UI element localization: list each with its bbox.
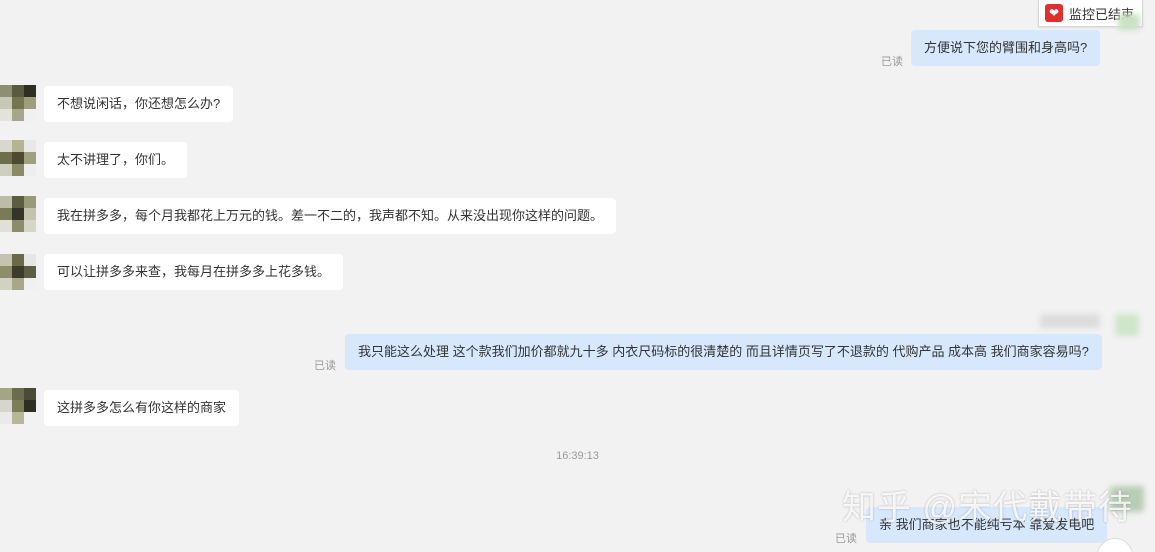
message-timestamp: 16:39:13 bbox=[556, 450, 599, 462]
message-bubble-incoming[interactable]: 这拼多多怎么有你这样的商家 bbox=[44, 390, 240, 426]
message-bubble-outgoing[interactable]: 我只能这么处理 这个款我们加价都就九十多 内衣尺码标的很清楚的 而且详情页写了不… bbox=[345, 334, 1102, 370]
blurred-avatar-fragment bbox=[1115, 314, 1139, 336]
message-bubble-outgoing[interactable]: 方便说下您的臂围和身高吗? bbox=[911, 30, 1101, 66]
read-receipt: 已读 bbox=[314, 360, 336, 372]
blurred-avatar-fragment bbox=[1040, 314, 1100, 328]
chat-window: ❤ 监控已结束 已读 方便说下您的臂围和身高吗? 不想说闲话，你还想怎么办? 太… bbox=[0, 0, 1155, 552]
avatar[interactable] bbox=[0, 140, 36, 176]
avatar[interactable] bbox=[0, 85, 36, 121]
watermark: 知乎 @宋代戴带待 bbox=[842, 489, 1133, 527]
read-receipt: 已读 bbox=[835, 533, 857, 545]
message-bubble-incoming[interactable]: 不想说闲话，你还想怎么办? bbox=[44, 86, 234, 122]
read-receipt: 已读 bbox=[881, 56, 903, 68]
message-bubble-incoming[interactable]: 可以让拼多多来查，我每月在拼多多上花多钱。 bbox=[44, 254, 344, 290]
avatar[interactable] bbox=[0, 254, 36, 290]
avatar[interactable] bbox=[0, 196, 36, 232]
heart-logo-icon: ❤ bbox=[1044, 4, 1063, 22]
avatar[interactable] bbox=[0, 388, 36, 424]
message-bubble-incoming[interactable]: 我在拼多多，每个月我都花上万元的钱。差一不二的，我声都不知。从来没出现你这样的问… bbox=[44, 198, 617, 234]
message-bubble-incoming[interactable]: 太不讲理了，你们。 bbox=[44, 142, 188, 178]
blurred-avatar-fragment bbox=[1118, 14, 1140, 30]
